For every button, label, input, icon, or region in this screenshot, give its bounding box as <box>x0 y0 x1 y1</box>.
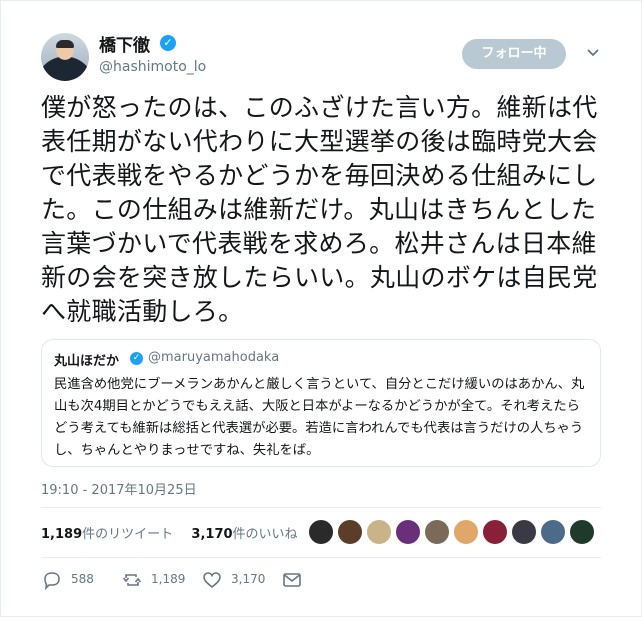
quoted-user-handle: @maruyamahodaka <box>148 350 280 365</box>
divider <box>41 507 601 508</box>
liker-avatar-8[interactable] <box>511 519 537 545</box>
envelope-icon <box>283 573 301 587</box>
tweet-card: 橋下徹 ✓ @hashimoto_lo フォロー中 僕が怒ったのは、このふざけた… <box>0 0 642 617</box>
user-handle[interactable]: @hashimoto_lo <box>99 59 206 75</box>
heart-icon <box>203 572 221 589</box>
quoted-tweet-text: 民進含め他党にブーメランあかんと厳しく言うといて、自分とこだけ緩いのはあかん、丸… <box>54 377 585 458</box>
retweet-button[interactable]: 1,189 <box>121 569 191 591</box>
like-stat[interactable]: 3,170件のいいね <box>191 527 297 542</box>
like-stat-label: 件のいいね <box>232 527 298 542</box>
retweet-stat[interactable]: 1,189件のリツイート <box>41 527 173 542</box>
retweet-stat-label: 件のリツイート <box>82 527 174 542</box>
liker-avatar-9[interactable] <box>540 519 566 545</box>
liker-avatar-6[interactable] <box>453 519 479 545</box>
retweet-count: 1,189 <box>151 572 186 586</box>
quoted-display-name: 丸山ほだか <box>54 354 120 369</box>
retweet-icon <box>122 574 142 586</box>
timestamp[interactable]: 19:10 - 2017年10月25日 <box>41 479 197 498</box>
retweet-stat-count: 1,189 <box>41 527 83 542</box>
avatar[interactable] <box>41 33 89 81</box>
chevron-down-icon[interactable] <box>586 45 600 59</box>
liker-avatar-2[interactable] <box>337 519 363 545</box>
engagement-stats: 1,189件のリツイート 3,170件のいいね <box>41 523 298 542</box>
liker-avatar-3[interactable] <box>366 519 392 545</box>
display-name[interactable]: 橋下徹 <box>99 31 150 56</box>
tweet-text: 僕が怒ったのは、このふざけた言い方。維新は代表任期がない代わりに大型選挙の後は臨… <box>41 93 598 326</box>
avatar-hair <box>56 40 74 48</box>
like-count: 3,170 <box>231 572 266 586</box>
divider <box>41 557 601 558</box>
liker-avatar-7[interactable] <box>482 519 508 545</box>
like-button[interactable]: 3,170 <box>201 569 271 591</box>
following-button[interactable]: フォロー中 <box>462 39 566 69</box>
liker-avatar-5[interactable] <box>424 519 450 545</box>
like-stat-count: 3,170 <box>191 527 233 542</box>
reply-button[interactable]: 588 <box>41 569 101 591</box>
liker-avatar-4[interactable] <box>395 519 421 545</box>
direct-message-button[interactable] <box>281 569 305 591</box>
liker-avatar-10[interactable] <box>569 519 595 545</box>
reply-count: 588 <box>71 572 94 586</box>
liker-avatar-1[interactable] <box>308 519 334 545</box>
verified-badge-icon: ✓ <box>160 35 176 51</box>
reply-icon <box>44 572 60 591</box>
quoted-verified-badge-icon: ✓ <box>130 352 143 365</box>
quoted-tweet[interactable]: 丸山ほだか ✓ @maruyamahodaka 民進含め他党にブーメランあかんと… <box>41 339 601 467</box>
